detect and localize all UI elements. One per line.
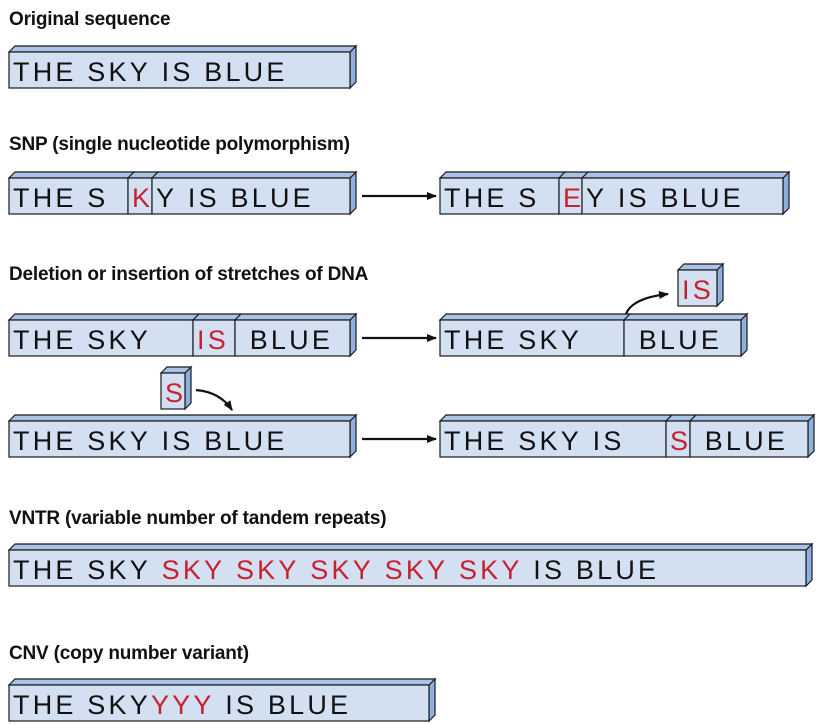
- sequence-text: THE SKYYYY IS BLUE: [13, 690, 351, 720]
- variant-letters: K: [132, 183, 153, 213]
- sequence-text: THE SKY IS BLUE: [13, 426, 288, 456]
- sequence-text: THE SKY IS: [444, 426, 625, 456]
- box-side-face: [349, 170, 357, 216]
- sequence-text: THE S: [444, 183, 540, 213]
- variation-diagram: THE SKY IS BLUETHE SKY IS BLUE THE SEY IS…: [7, 44, 816, 723]
- sequence-letters: THE SKY: [13, 690, 151, 720]
- sequence-box-indel-5: THE SKY IS S BLUE: [438, 413, 816, 459]
- sequence-letters: THE SKY: [13, 325, 162, 355]
- box-top-face: [688, 414, 816, 422]
- variant-letters: IS: [682, 275, 714, 305]
- sequence-box-indel-0: THE SKY IS BLUE: [7, 312, 358, 358]
- sequence-letters: THE SKY: [444, 325, 593, 355]
- sequence-text: S: [165, 378, 186, 408]
- sequence-text: THE SKY: [444, 325, 593, 355]
- box-side-face: [349, 312, 357, 358]
- sequence-text: IS: [197, 325, 229, 355]
- variant-letters: YYY: [151, 690, 215, 720]
- box-side-face: [428, 677, 436, 723]
- sequence-letters: THE SKY: [13, 555, 162, 585]
- sequence-text: THE SKY SKY SKY SKY SKY SKY IS BLUE: [13, 555, 659, 585]
- box-side-face: [349, 44, 357, 90]
- sequence-text: S: [670, 426, 691, 456]
- box-top-face: [191, 313, 243, 321]
- box-top-face: [7, 171, 136, 179]
- sequence-letters: Y IS BLUE: [156, 183, 314, 213]
- variant-letters: IS: [197, 325, 229, 355]
- box-top-face: [438, 313, 632, 321]
- variant-letters: SKY SKY SKY SKY SKY: [162, 555, 523, 585]
- box-top-face: [438, 171, 567, 179]
- sequence-text: THE SKY: [13, 325, 162, 355]
- sequence-letters: BLUE: [239, 325, 333, 355]
- box-side-face: [782, 170, 790, 216]
- box-top-face: [7, 313, 201, 321]
- box-top-face: [7, 45, 358, 53]
- sequence-text: IS: [682, 275, 714, 305]
- sequence-letters: THE SKY IS BLUE: [13, 57, 288, 87]
- variant-letters: S: [670, 426, 691, 456]
- sequence-box-snp-1: THE S EY IS BLUE: [438, 170, 791, 216]
- sequence-box-indel-2: IS: [676, 262, 725, 308]
- variant-letters: E: [563, 183, 584, 213]
- sequence-box-indel-3: S: [159, 365, 193, 411]
- box-top-face: [150, 171, 358, 179]
- box-side-face: [805, 542, 813, 588]
- sequence-text: BLUE: [239, 325, 333, 355]
- sequence-letters: IS BLUE: [215, 690, 352, 720]
- sequence-letters: THE S: [444, 183, 540, 213]
- sequence-text: Y IS BLUE: [586, 183, 744, 213]
- box-top-face: [233, 313, 358, 321]
- box-top-face: [580, 171, 791, 179]
- sequence-text: BLUE: [628, 325, 722, 355]
- box-top-face: [438, 414, 674, 422]
- sequence-letters: Y IS BLUE: [586, 183, 744, 213]
- sequence-letters: BLUE: [628, 325, 722, 355]
- box-side-face: [349, 413, 357, 459]
- sequence-text: K: [132, 183, 153, 213]
- variant-letters: S: [165, 378, 186, 408]
- sequence-text: BLUE: [694, 426, 788, 456]
- deletion-curved-arrow: [624, 291, 669, 315]
- sequence-text: THE SKY IS BLUE: [13, 57, 288, 87]
- box-top-face: [7, 678, 437, 686]
- box-top-face: [7, 414, 358, 422]
- sequence-box-cnv-0: THE SKYYYY IS BLUE: [7, 677, 437, 723]
- sequence-box-snp-0: THE S KY IS BLUE: [7, 170, 358, 216]
- box-top-face: [676, 263, 725, 271]
- sequence-letters: THE S: [13, 183, 109, 213]
- insertion-curved-arrow: [195, 388, 233, 411]
- sequence-letters: THE SKY IS BLUE: [13, 426, 288, 456]
- sequence-box-original-0: THE SKY IS BLUE: [7, 44, 358, 90]
- sequence-box-indel-1: THE SKY BLUE: [438, 312, 749, 358]
- box-top-face: [622, 313, 749, 321]
- sequence-text: E: [563, 183, 584, 213]
- box-side-face: [740, 312, 748, 358]
- box-top-face: [7, 543, 814, 551]
- sequence-letters: THE SKY IS: [444, 426, 625, 456]
- sequence-text: THE S: [13, 183, 109, 213]
- sequence-letters: BLUE: [694, 426, 788, 456]
- box-top-face: [159, 366, 193, 374]
- sequence-box-indel-4: THE SKY IS BLUE: [7, 413, 358, 459]
- sequence-box-vntr-0: THE SKY SKY SKY SKY SKY SKY IS BLUE: [7, 542, 814, 588]
- box-side-face: [716, 262, 724, 308]
- sequence-text: Y IS BLUE: [156, 183, 314, 213]
- sequence-letters: IS BLUE: [523, 555, 660, 585]
- box-side-face: [807, 413, 815, 459]
